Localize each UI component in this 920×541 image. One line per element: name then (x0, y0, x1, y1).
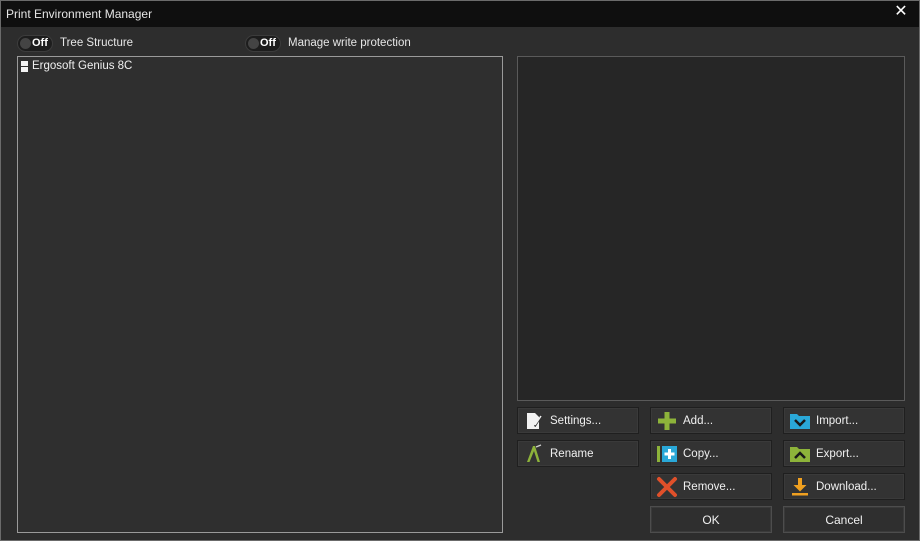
remove-icon (656, 476, 678, 498)
rename-icon (523, 443, 545, 465)
rename-button-label: Rename (550, 447, 594, 460)
download-button-label: Download... (816, 480, 877, 493)
title-bar: Print Environment Manager ✕ (1, 1, 919, 27)
add-button-label: Add... (683, 414, 714, 427)
copy-button[interactable]: Copy... (650, 440, 772, 467)
copy-button-label: Copy... (683, 447, 719, 460)
close-icon[interactable]: ✕ (893, 4, 909, 20)
export-icon (789, 443, 811, 465)
settings-button-label: Settings... (550, 414, 602, 427)
download-button[interactable]: Download... (783, 473, 905, 500)
tree-structure-label-text: Tree Structure (60, 37, 134, 49)
settings-icon (523, 410, 545, 432)
export-button[interactable]: Export... (783, 440, 905, 467)
toggle-knob (248, 37, 259, 49)
cancel-button-label: Cancel (825, 512, 863, 527)
toggle-state: Off (32, 36, 48, 49)
remove-button[interactable]: Remove... (650, 473, 772, 500)
cancel-button[interactable]: Cancel (783, 506, 905, 533)
write-protection-toggle[interactable]: Off (245, 34, 281, 52)
print-environment-manager-window: Print Environment Manager ✕ Off Manage w… (0, 0, 920, 541)
ok-button-label: OK (702, 512, 720, 527)
environment-tree[interactable]: Ergosoft Genius 8C (17, 56, 503, 533)
write-protection-label: Manage write protection (288, 37, 411, 49)
remove-button-label: Remove... (683, 480, 736, 493)
export-button-label: Export... (816, 447, 859, 460)
add-icon (656, 410, 678, 432)
copy-icon (656, 443, 678, 465)
ok-button[interactable]: OK (650, 506, 772, 533)
tree-structure-toggle[interactable]: Off (17, 34, 53, 52)
toggle-state: Off (260, 36, 276, 49)
tree-item[interactable]: Ergosoft Genius 8C (21, 59, 132, 73)
rename-button[interactable]: Rename (517, 440, 639, 467)
preview-panel (517, 56, 905, 401)
environment-icon (21, 60, 28, 72)
tree-item-label: Ergosoft Genius 8C (32, 60, 133, 72)
import-icon (789, 410, 811, 432)
settings-button[interactable]: Settings... (517, 407, 639, 434)
toggle-knob (20, 37, 31, 49)
download-icon (789, 476, 811, 498)
add-button[interactable]: Add... (650, 407, 772, 434)
import-button-label: Import... (816, 414, 859, 427)
import-button[interactable]: Import... (783, 407, 905, 434)
window-title: Print Environment Manager (6, 7, 153, 21)
write-protection-toggle-row: Off Manage write protection (245, 34, 411, 52)
tree-structure-toggle-row: Off Manage write protection Tree Structu… (17, 34, 133, 52)
